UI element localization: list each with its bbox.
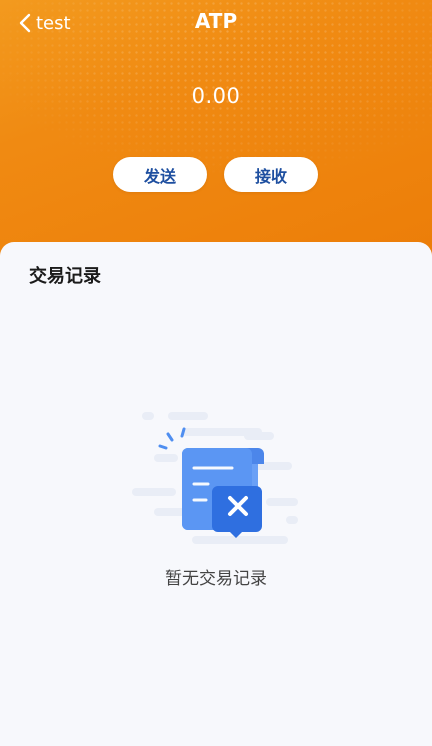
receive-button[interactable]: 接收 bbox=[224, 157, 318, 192]
transactions-title: 交易记录 bbox=[29, 266, 101, 287]
empty-records-icon bbox=[132, 412, 298, 544]
header: test ATP 0.00 发送 接收 bbox=[0, 0, 432, 270]
transactions-card: 交易记录 暂无交易记录 bbox=[0, 242, 432, 746]
send-button[interactable]: 发送 bbox=[113, 157, 207, 192]
balance-value: 0.00 bbox=[191, 84, 241, 108]
empty-state-text: 暂无交易记录 bbox=[165, 569, 267, 589]
page-title: ATP bbox=[194, 9, 238, 33]
header-dot-pattern bbox=[0, 0, 432, 270]
